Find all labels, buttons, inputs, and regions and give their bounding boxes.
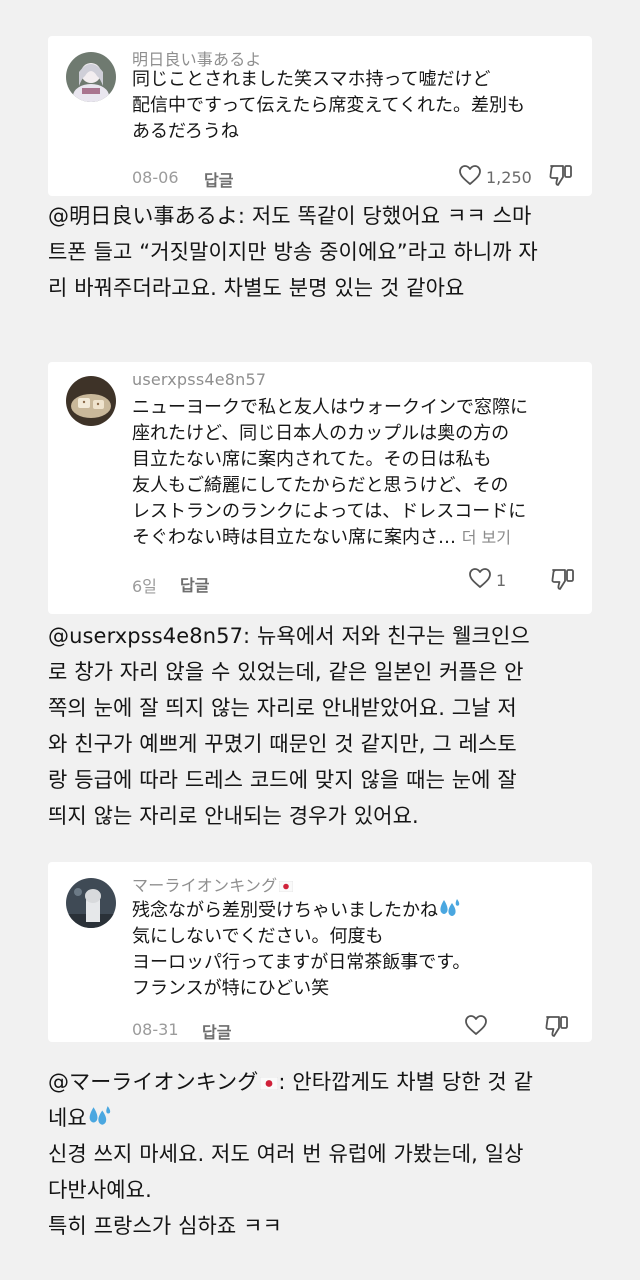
like-count: 1,250 bbox=[486, 167, 532, 187]
heart-icon bbox=[464, 1014, 488, 1040]
dislike-button[interactable] bbox=[548, 163, 574, 191]
comment-username[interactable]: マーライオンキング bbox=[132, 872, 294, 896]
japan-flag-icon bbox=[279, 881, 294, 892]
sweat-droplets-icon bbox=[87, 1105, 111, 1127]
comment-card-3: マーライオンキング 残念ながら差別受けちゃいましたかね 気にしないでください。何… bbox=[48, 862, 592, 1042]
thumbs-down-icon bbox=[544, 1014, 570, 1042]
see-more-link[interactable]: 더 보기 bbox=[462, 528, 511, 547]
comment-card-1: 明日良い事あるよ 同じことされました笑スマホ持って嘘だけど 配信中ですって伝えた… bbox=[48, 36, 592, 196]
avatar[interactable] bbox=[66, 52, 116, 102]
comment-username[interactable]: userxpss4e8n57 bbox=[132, 370, 266, 389]
avatar[interactable] bbox=[66, 878, 116, 928]
translation-text-2: @userxpss4e8n57: 뉴욕에서 저와 친구는 웰크인으 로 창가 자… bbox=[48, 624, 530, 828]
comment-date: 6일 bbox=[132, 577, 157, 596]
comment-date: 08-31 bbox=[132, 1020, 179, 1039]
reply-button[interactable]: 답글 bbox=[204, 167, 233, 191]
like-button[interactable]: 1,250 bbox=[458, 164, 532, 190]
comment-text: 同じことされました笑スマホ持って嘘だけど 配信中ですって伝えたら席変えてくれた。… bbox=[132, 69, 525, 142]
comment-text: 残念ながら差別受けちゃいましたかね 気にしないでください。何度も ヨーロッパ行っ… bbox=[132, 898, 471, 999]
dislike-button[interactable] bbox=[544, 1014, 570, 1042]
reply-button[interactable]: 답글 bbox=[180, 572, 209, 596]
like-count: 1 bbox=[496, 570, 507, 590]
comment-card-2: userxpss4e8n57 ニューヨークで私と友人はウォークインで窓際に 座れ… bbox=[48, 362, 592, 614]
sweat-droplets-icon bbox=[438, 898, 460, 918]
avatar[interactable] bbox=[66, 376, 116, 426]
heart-icon bbox=[458, 164, 482, 190]
heart-icon bbox=[468, 567, 492, 593]
reply-button[interactable]: 답글 bbox=[202, 1019, 231, 1043]
like-button[interactable] bbox=[464, 1014, 488, 1040]
comment-date: 08-06 bbox=[132, 168, 179, 187]
like-button[interactable]: 1 bbox=[468, 567, 506, 593]
translation-text-3: @マーライオンキング: 안타깝게도 차별 당한 것 같 네요 신경 쓰지 마세요… bbox=[48, 1070, 534, 1238]
dislike-button[interactable] bbox=[550, 567, 576, 595]
japan-flag-icon bbox=[260, 1077, 279, 1090]
translation-text-1: @明日良い事あるよ: 저도 똑같이 당했어요 ㅋㅋ 스마 트폰 들고 “거짓말이… bbox=[48, 204, 538, 300]
thumbs-down-icon bbox=[550, 567, 576, 595]
thumbs-down-icon bbox=[548, 163, 574, 191]
comment-text: ニューヨークで私と友人はウォークインで窓際に 座れたけど、同じ日本人のカップルは… bbox=[132, 397, 528, 548]
